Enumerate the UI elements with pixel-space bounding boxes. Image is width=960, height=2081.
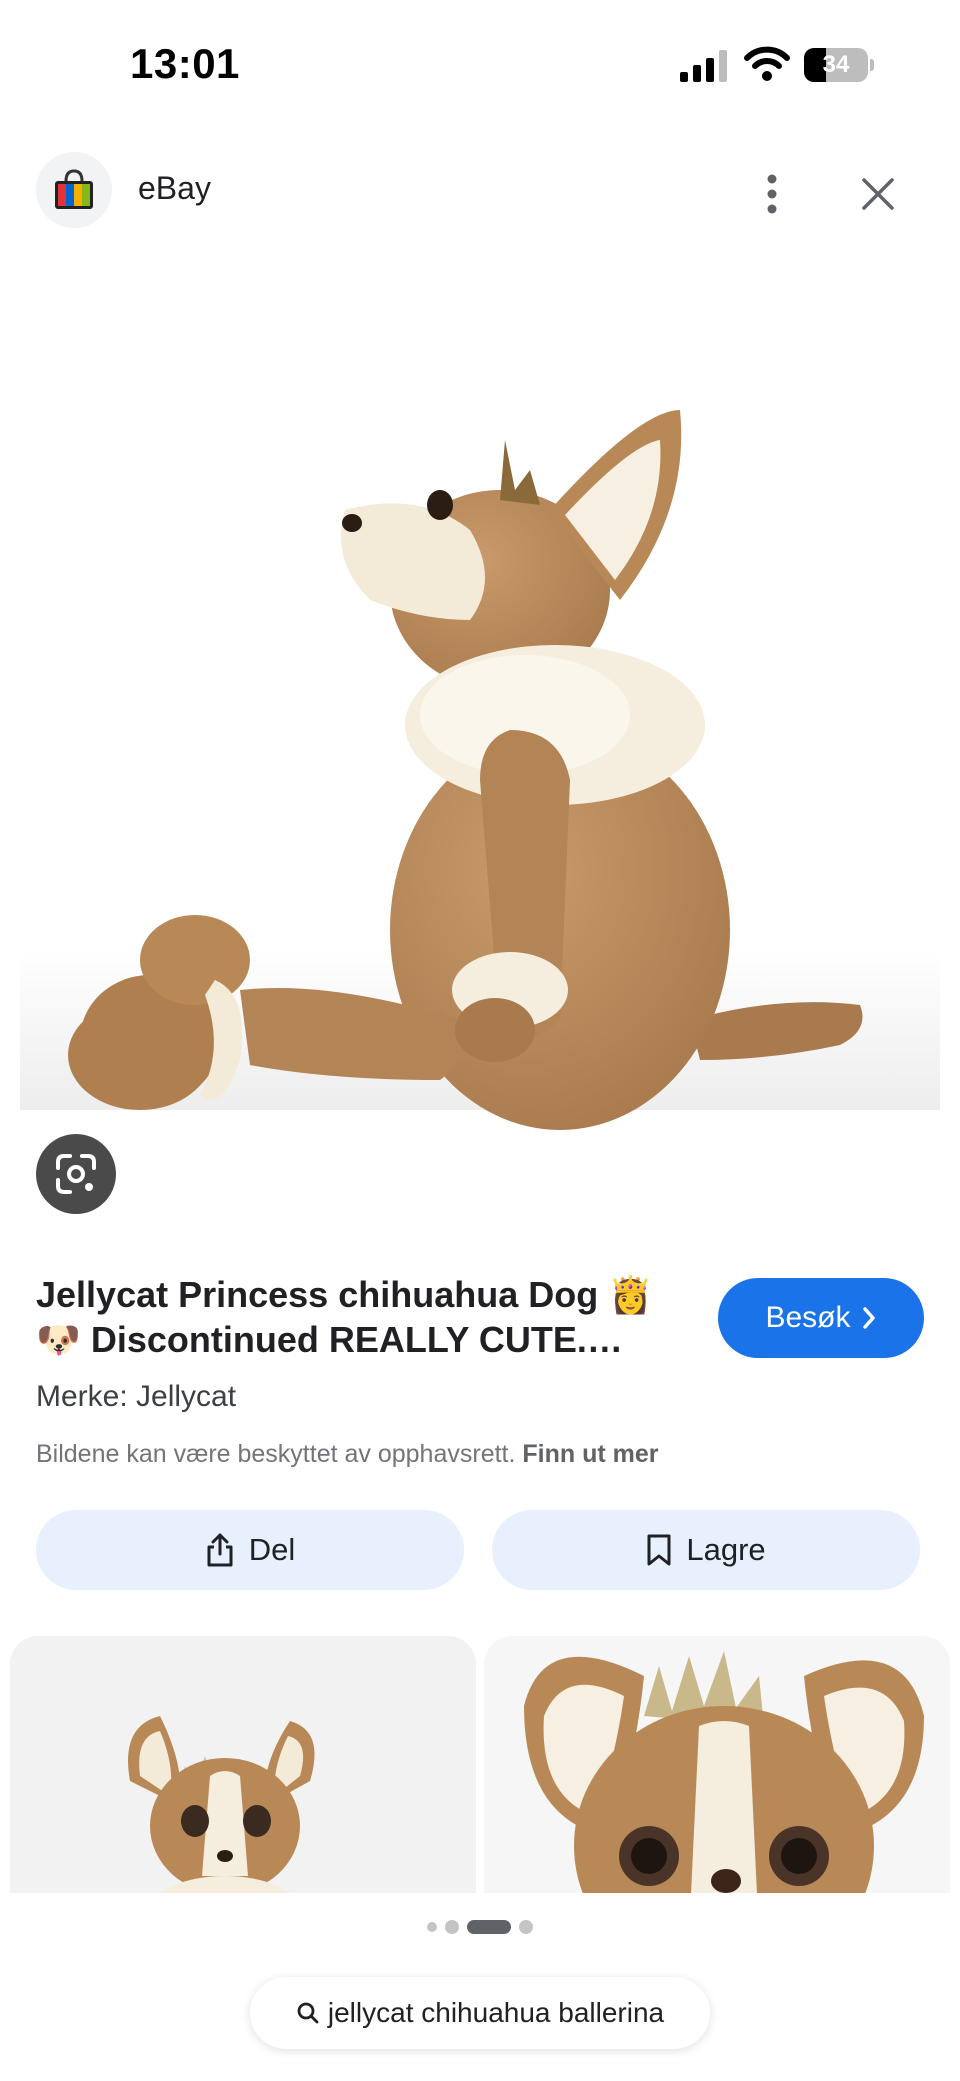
bookmark-icon (647, 1534, 671, 1566)
source-site-name[interactable]: eBay (138, 170, 211, 207)
chevron-right-icon (862, 1307, 875, 1329)
search-query: jellycat chihuahua ballerina (327, 1997, 665, 2028)
share-button-label: Del (248, 1532, 296, 1567)
related-image-card[interactable] (10, 1636, 476, 1893)
close-icon (862, 178, 894, 210)
google-lens-icon (56, 1154, 96, 1194)
search-icon (297, 2002, 319, 2024)
carousel-pager (0, 1919, 960, 1935)
visit-button-label: Besøk (765, 1301, 851, 1334)
bottom-bar: jellycat chihuahua ballerina (0, 1893, 960, 2081)
source-header: eBay (0, 140, 960, 240)
search-pill[interactable]: jellycat chihuahua ballerina (250, 1977, 710, 2049)
status-bar: 13:01 34 (0, 0, 960, 130)
share-button[interactable]: Del (36, 1510, 464, 1590)
copyright-text: Bildene kan være beskyttet av opphavsret… (36, 1440, 516, 1468)
related-images (0, 1636, 960, 1893)
google-lens-button[interactable] (36, 1134, 116, 1214)
product-brand: Merke: Jellycat (36, 1380, 237, 1413)
wifi-icon (744, 46, 790, 81)
pager-dot-active[interactable] (467, 1920, 511, 1934)
save-button[interactable]: Lagre (492, 1510, 920, 1590)
learn-more-link[interactable]: Finn ut mer (522, 1440, 658, 1468)
share-icon (207, 1533, 233, 1567)
copyright-notice: Bildene kan være beskyttet av opphavsret… (36, 1440, 659, 1469)
battery-level-text: 34 (822, 51, 850, 78)
battery-indicator: 34 (804, 48, 874, 82)
pager-dot[interactable] (519, 1920, 533, 1934)
close-button[interactable] (848, 164, 908, 224)
status-time: 13:01 (130, 40, 240, 87)
pager-dot[interactable] (445, 1920, 459, 1934)
more-options-button[interactable] (742, 164, 802, 224)
cellular-signal-icon (680, 50, 727, 82)
save-button-label: Lagre (686, 1532, 766, 1567)
product-title[interactable]: Jellycat Princess chihuahua Dog 👸 🐶 Disc… (36, 1272, 686, 1362)
pager-dot[interactable] (427, 1922, 437, 1932)
related-image-card[interactable] (484, 1636, 950, 1893)
more-vertical-icon (767, 174, 777, 214)
ebay-shopping-bag-icon[interactable] (36, 152, 112, 228)
visit-button[interactable]: Besøk (718, 1278, 924, 1358)
plush-chihuahua-image[interactable] (0, 260, 960, 1160)
